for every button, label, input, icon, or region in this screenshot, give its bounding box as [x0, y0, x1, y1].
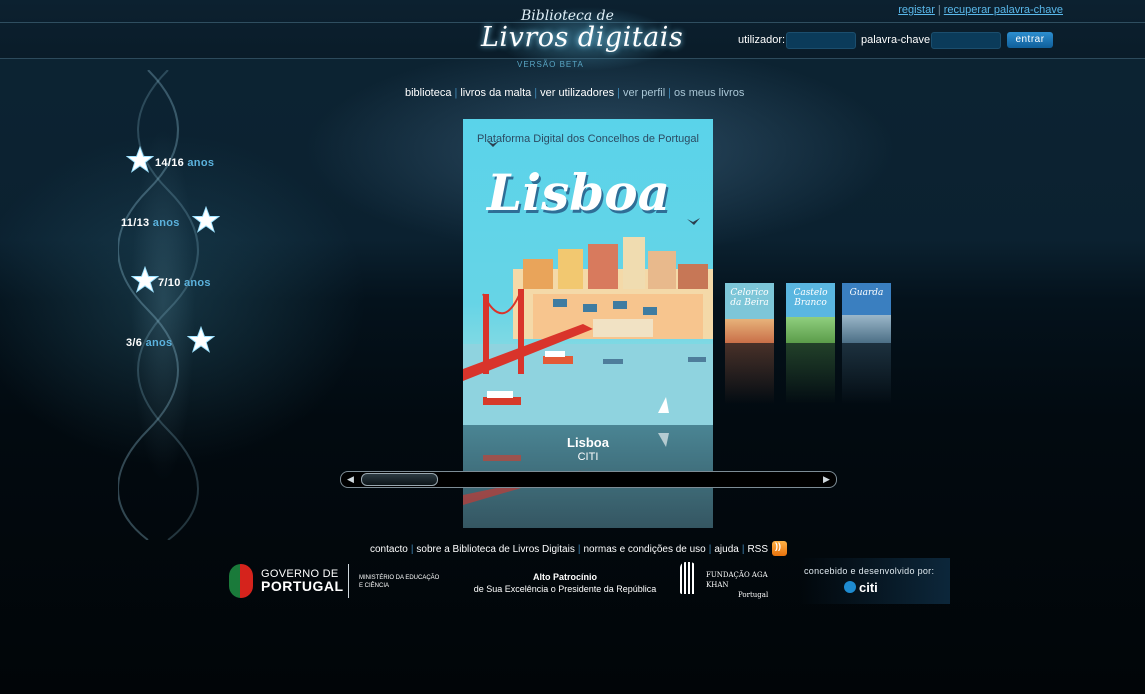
login-button[interactable]: entrar	[1007, 32, 1053, 48]
recover-password-link[interactable]: recuperar palavra-chave	[944, 4, 1063, 16]
featured-book-cover[interactable]: Plataforma Digital dos Concelhos de Port…	[463, 119, 713, 425]
account-links: registar | recuperar palavra-chave	[898, 4, 1063, 16]
ministry-logo: MINISTÉRIO DA EDUCAÇÃO E CIÊNCIA	[359, 574, 439, 590]
citi-logo: citi	[844, 580, 878, 595]
developer-credit[interactable]: concebido e desenvolvido por: citi	[800, 558, 950, 604]
thumbnail-label: Guarda	[849, 288, 884, 298]
nav-separator: |	[668, 87, 672, 99]
rss-icon[interactable]	[772, 541, 787, 556]
nav-item-os-meus-livros[interactable]: os meus livros	[674, 87, 744, 99]
thumbnail-art	[842, 315, 891, 343]
footer-link-sobre[interactable]: sobre a Biblioteca de Livros Digitais	[416, 544, 574, 555]
age-range: 11/13	[121, 217, 150, 229]
citi-icon	[844, 581, 856, 593]
scroll-right-icon[interactable]: ▶	[820, 473, 833, 486]
username-input[interactable]	[786, 32, 856, 49]
age-unit: anos	[152, 217, 180, 229]
password-input[interactable]	[931, 32, 1001, 49]
age-unit: anos	[145, 337, 173, 349]
patronage-subtitle: de Sua Excelência o Presidente da Repúbl…	[473, 584, 657, 594]
thumbnail-reflection	[842, 343, 891, 404]
username-label: utilizador:	[738, 34, 786, 46]
footer-link-normas[interactable]: normas e condições de uso	[583, 544, 705, 555]
password-label: palavra-chave:	[861, 34, 934, 46]
footer-link-contacto[interactable]: contacto	[370, 544, 408, 555]
thumbnail-art	[725, 319, 774, 343]
star-icon[interactable]	[126, 146, 154, 174]
separator: |	[937, 4, 941, 16]
developer-label: concebido e desenvolvido por:	[804, 566, 935, 576]
nav-separator: |	[454, 87, 458, 99]
aga-khan-logo[interactable]: FUNDAÇÃO AGA KHAN Portugal	[670, 558, 788, 604]
thumbnail-label: Castelo Branco	[793, 288, 828, 308]
nav-item-ver-perfil[interactable]: ver perfil	[623, 87, 665, 99]
thumbnail-label: Celorico da Beira	[730, 288, 769, 308]
age-group-11-13[interactable]: 11/13 anos	[121, 217, 180, 229]
thumbnail-reflection	[786, 343, 835, 404]
nav-item-livros-da-malta[interactable]: livros da malta	[460, 87, 531, 99]
aga-line1: FUNDAÇÃO AGA KHAN	[706, 571, 768, 589]
age-group-7-10[interactable]: 7/10 anos	[158, 277, 211, 289]
aga-khan-icon	[680, 562, 696, 594]
ministry-line1: MINISTÉRIO DA EDUCAÇÃO	[359, 575, 440, 581]
nav-separator: |	[617, 87, 620, 99]
logo-line2: Livros digitais	[481, 22, 684, 53]
ministry-line2: E CIÊNCIA	[359, 583, 390, 589]
age-range: 7/10	[158, 277, 181, 289]
dna-helix-graphic	[118, 70, 199, 540]
star-icon[interactable]	[131, 266, 159, 294]
footer-link-rss[interactable]: RSS	[747, 544, 768, 555]
patronage-text: Alto Patrocínio de Sua Excelência o Pres…	[465, 571, 665, 595]
book-author: CITI	[577, 451, 599, 463]
register-link[interactable]: registar	[898, 4, 935, 16]
book-thumbnail[interactable]: Celorico da Beira	[725, 283, 774, 343]
scroll-left-icon[interactable]: ◀	[344, 473, 357, 486]
nav-item-ver-utilizadores[interactable]: ver utilizadores	[540, 87, 614, 99]
carousel-scrollbar[interactable]: ◀ ▶	[340, 471, 837, 488]
age-group-14-16[interactable]: 14/16 anos	[155, 157, 214, 169]
main-nav: biblioteca | livros da malta | ver utilizado…	[405, 87, 744, 99]
age-range: 14/16	[155, 157, 185, 169]
government-logo[interactable]: GOVERNO DE PORTUGAL	[261, 568, 344, 594]
aga-khan-text: FUNDAÇÃO AGA KHAN Portugal	[706, 570, 788, 600]
logo-beta-badge: VERSÃO BETA	[517, 60, 584, 69]
age-group-3-6[interactable]: 3/6 anos	[126, 337, 172, 349]
book-thumbnail[interactable]: Castelo Branco	[786, 283, 835, 343]
cover-illustration	[463, 141, 713, 425]
site-logo[interactable]: Biblioteca de Livros digitais VERSÃO BET…	[475, 4, 690, 74]
age-unit: anos	[183, 277, 211, 289]
age-range: 3/6	[126, 337, 143, 349]
citi-name: citi	[859, 580, 878, 595]
age-unit: anos	[187, 157, 215, 169]
gov-line2: PORTUGAL	[261, 578, 344, 594]
scroll-thumb[interactable]	[361, 473, 438, 486]
nav-item-biblioteca[interactable]: biblioteca	[405, 87, 451, 99]
portugal-flag-icon	[229, 564, 253, 598]
nav-separator: |	[534, 87, 538, 99]
aga-line2: Portugal	[738, 591, 769, 599]
thumbnail-art	[786, 317, 835, 343]
star-icon[interactable]	[187, 326, 215, 354]
star-icon[interactable]	[192, 206, 220, 234]
patronage-title: Alto Patrocínio	[532, 572, 597, 582]
logo-divider	[348, 564, 349, 598]
footer-links: contacto | sobre a Biblioteca de Livros Di…	[370, 541, 787, 556]
footer-link-ajuda[interactable]: ajuda	[714, 544, 738, 555]
partners-bar: GOVERNO DE PORTUGAL MINISTÉRIO DA EDUCAÇ…	[225, 558, 950, 604]
book-title[interactable]: Lisboa	[463, 435, 713, 450]
thumbnail-reflection	[725, 343, 774, 404]
book-thumbnail[interactable]: Guarda	[842, 283, 891, 343]
